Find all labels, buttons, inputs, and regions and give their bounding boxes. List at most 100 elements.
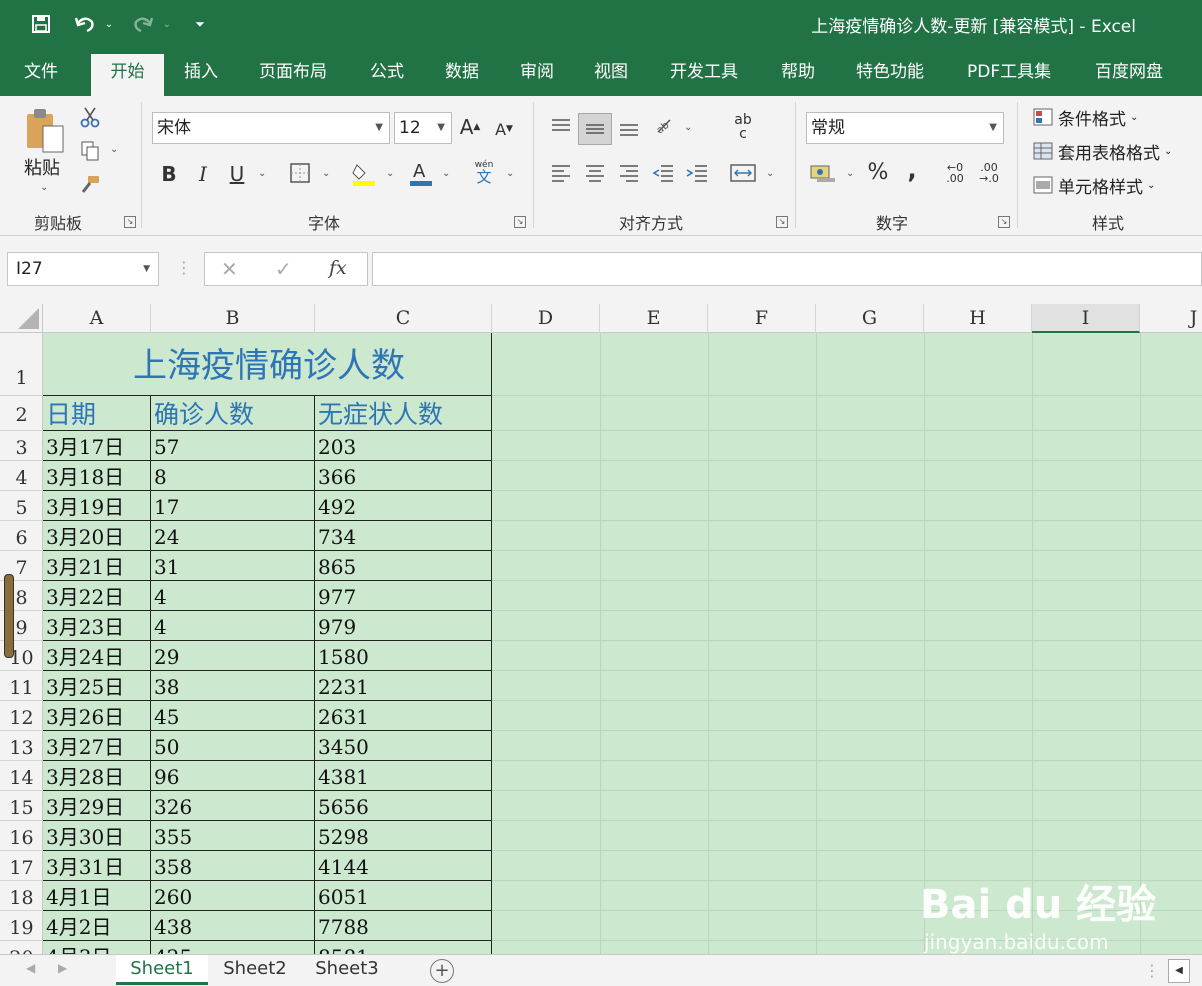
table-cell[interactable]: 425: [151, 941, 315, 954]
table-cell[interactable]: 3月19日: [43, 491, 151, 521]
decrease-indent-icon[interactable]: [650, 160, 676, 186]
column-header-h[interactable]: H: [924, 304, 1032, 333]
table-cell[interactable]: 4: [151, 611, 315, 641]
font-size-combo[interactable]: 12 ▼: [394, 112, 452, 144]
column-header-d[interactable]: D: [492, 304, 600, 333]
clipboard-launcher-icon[interactable]: ↘: [124, 216, 136, 228]
wrap-text-icon[interactable]: ab c: [730, 110, 756, 144]
number-format-combo[interactable]: 常规 ▼: [806, 112, 1004, 144]
copy-dropdown-icon[interactable]: ⌄: [110, 144, 118, 155]
prev-sheet-icon[interactable]: ◀: [26, 961, 35, 975]
column-header-f[interactable]: F: [708, 304, 816, 333]
enter-icon[interactable]: ✓: [275, 257, 292, 281]
shrink-font-icon[interactable]: A ▼: [492, 114, 516, 144]
table-cell[interactable]: 17: [151, 491, 315, 521]
table-cell[interactable]: 96: [151, 761, 315, 791]
table-cell[interactable]: 5656: [315, 791, 492, 821]
select-all-button[interactable]: [0, 304, 43, 333]
redo-dropdown-icon[interactable]: ⌄: [160, 10, 174, 38]
fill-color-icon[interactable]: [350, 158, 378, 188]
table-cell[interactable]: 3月24日: [43, 641, 151, 671]
row-header-17[interactable]: 17: [0, 851, 43, 881]
tab-review[interactable]: 审阅: [506, 48, 568, 96]
tab-file[interactable]: 文件: [10, 48, 72, 96]
table-cell[interactable]: 3月31日: [43, 851, 151, 881]
name-box[interactable]: I27 ▼: [7, 252, 159, 286]
cancel-icon[interactable]: ✕: [221, 257, 238, 281]
table-cell[interactable]: 29: [151, 641, 315, 671]
align-top-icon[interactable]: [548, 114, 574, 140]
font-color-dropdown-icon[interactable]: ⌄: [442, 168, 450, 179]
font-launcher-icon[interactable]: ↘: [514, 216, 526, 228]
insert-function-icon[interactable]: fx: [329, 257, 347, 279]
decrease-decimal-icon[interactable]: .00 →.0: [974, 158, 1004, 188]
tab-formulas[interactable]: 公式: [356, 48, 418, 96]
paste-icon[interactable]: [22, 106, 68, 154]
table-cell[interactable]: 438: [151, 911, 315, 941]
save-icon[interactable]: [28, 10, 54, 38]
redo-icon[interactable]: [128, 10, 158, 38]
tab-page-layout[interactable]: 页面布局: [245, 48, 341, 96]
column-header-c[interactable]: C: [315, 304, 492, 333]
orientation-icon[interactable]: ab: [652, 114, 678, 140]
sheet-tab-1[interactable]: Sheet1: [116, 955, 208, 985]
tab-developer[interactable]: 开发工具: [656, 48, 752, 96]
worksheet-grid[interactable]: 上海疫情确诊人数 日期 确诊人数 无症状人数 3月17日 57 203 3月18日 8 366 3月…: [43, 333, 1202, 954]
row-header-6[interactable]: 6: [0, 521, 43, 551]
row-header-19[interactable]: 19: [0, 911, 43, 941]
table-cell[interactable]: 3月25日: [43, 671, 151, 701]
italic-button[interactable]: I: [192, 160, 214, 188]
header-cell[interactable]: 日期: [43, 396, 151, 431]
merge-center-icon[interactable]: [728, 160, 758, 186]
table-cell[interactable]: 355: [151, 821, 315, 851]
formula-input[interactable]: [372, 252, 1202, 286]
column-header-b[interactable]: B: [151, 304, 315, 333]
align-left-icon[interactable]: [548, 160, 574, 186]
copy-icon[interactable]: [78, 140, 102, 162]
conditional-formatting-button[interactable]: 条件格式 ⌄: [1032, 104, 1138, 130]
undo-icon[interactable]: [70, 10, 100, 38]
alignment-launcher-icon[interactable]: ↘: [776, 216, 788, 228]
table-cell[interactable]: 3月23日: [43, 611, 151, 641]
table-cell[interactable]: 358: [151, 851, 315, 881]
tab-help[interactable]: 帮助: [767, 48, 829, 96]
grow-font-icon[interactable]: A ▲: [458, 112, 482, 142]
scroll-handle[interactable]: [4, 574, 14, 658]
table-cell[interactable]: 4月3日: [43, 941, 151, 954]
table-cell[interactable]: 977: [315, 581, 492, 611]
font-color-icon[interactable]: A: [408, 158, 434, 188]
table-cell[interactable]: 366: [315, 461, 492, 491]
orientation-dropdown-icon[interactable]: ⌄: [684, 122, 692, 133]
tab-splitter-icon[interactable]: ⋮: [1144, 961, 1160, 980]
cut-icon[interactable]: [78, 106, 102, 128]
table-cell[interactable]: 2631: [315, 701, 492, 731]
tab-view[interactable]: 视图: [580, 48, 642, 96]
add-sheet-icon[interactable]: +: [430, 959, 454, 983]
table-cell[interactable]: 6051: [315, 881, 492, 911]
row-header-5[interactable]: 5: [0, 491, 43, 521]
table-cell[interactable]: 3450: [315, 731, 492, 761]
table-cell[interactable]: 734: [315, 521, 492, 551]
column-header-g[interactable]: G: [816, 304, 924, 333]
table-cell[interactable]: 5298: [315, 821, 492, 851]
table-cell[interactable]: 326: [151, 791, 315, 821]
tab-pdf-tools[interactable]: PDF工具集: [953, 48, 1065, 96]
align-center-icon[interactable]: [582, 160, 608, 186]
tab-home[interactable]: 开始: [91, 54, 164, 96]
column-header-i[interactable]: I: [1032, 304, 1140, 333]
table-cell[interactable]: 2231: [315, 671, 492, 701]
font-name-combo[interactable]: 宋体 ▼: [152, 112, 390, 144]
table-cell[interactable]: 31: [151, 551, 315, 581]
table-cell[interactable]: 3月29日: [43, 791, 151, 821]
table-cell[interactable]: 45: [151, 701, 315, 731]
table-cell[interactable]: 203: [315, 431, 492, 461]
sheet-title-cell[interactable]: 上海疫情确诊人数: [43, 333, 492, 396]
table-cell[interactable]: 3月27日: [43, 731, 151, 761]
accounting-format-icon[interactable]: [808, 160, 838, 186]
table-cell[interactable]: 8: [151, 461, 315, 491]
table-cell[interactable]: 3月26日: [43, 701, 151, 731]
table-cell[interactable]: 3月17日: [43, 431, 151, 461]
sheet-tab-3[interactable]: Sheet3: [302, 955, 392, 985]
table-cell[interactable]: 4144: [315, 851, 492, 881]
align-right-icon[interactable]: [616, 160, 642, 186]
